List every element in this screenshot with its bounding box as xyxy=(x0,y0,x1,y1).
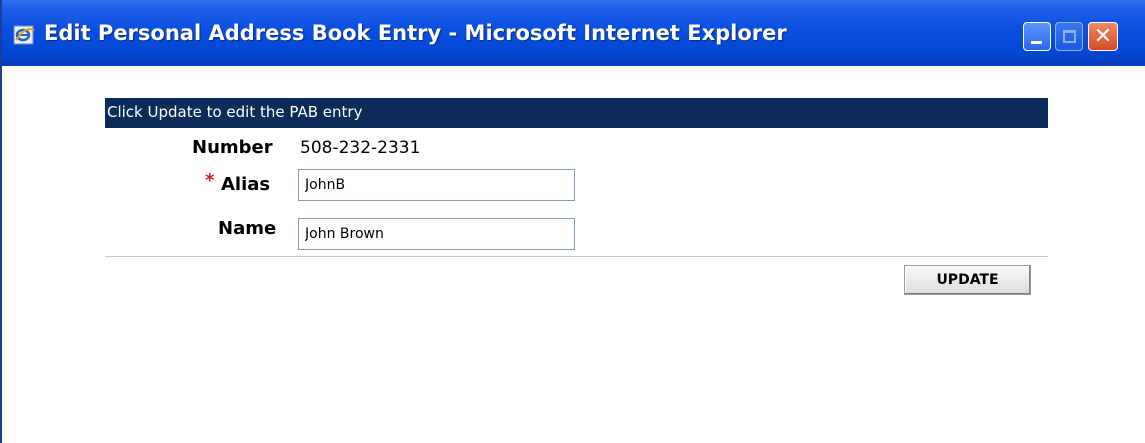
alias-input[interactable] xyxy=(298,169,575,201)
browser-window: Edit Personal Address Book Entry - Micro… xyxy=(0,0,1145,443)
update-button[interactable]: UPDATE xyxy=(904,265,1031,295)
form-header-bar: Click Update to edit the PAB entry xyxy=(105,98,1048,128)
title-bar[interactable]: Edit Personal Address Book Entry - Micro… xyxy=(2,0,1145,66)
name-input[interactable] xyxy=(298,218,575,250)
alias-label: Alias xyxy=(221,174,271,195)
required-marker: * xyxy=(205,170,215,191)
close-button[interactable]: ✕ xyxy=(1088,22,1118,51)
number-value: 508-232-2331 xyxy=(300,138,421,158)
minimize-button[interactable] xyxy=(1023,22,1051,51)
divider xyxy=(105,256,1048,257)
window-title: Edit Personal Address Book Entry - Micro… xyxy=(44,21,787,45)
name-label: Name xyxy=(218,218,277,239)
close-icon: ✕ xyxy=(1093,24,1113,49)
form-header-text: Click Update to edit the PAB entry xyxy=(107,103,363,121)
number-label: Number xyxy=(192,137,273,158)
ie-icon xyxy=(13,25,35,45)
maximize-button[interactable] xyxy=(1055,22,1083,51)
minimize-icon xyxy=(1031,41,1042,44)
maximize-icon xyxy=(1063,30,1076,43)
